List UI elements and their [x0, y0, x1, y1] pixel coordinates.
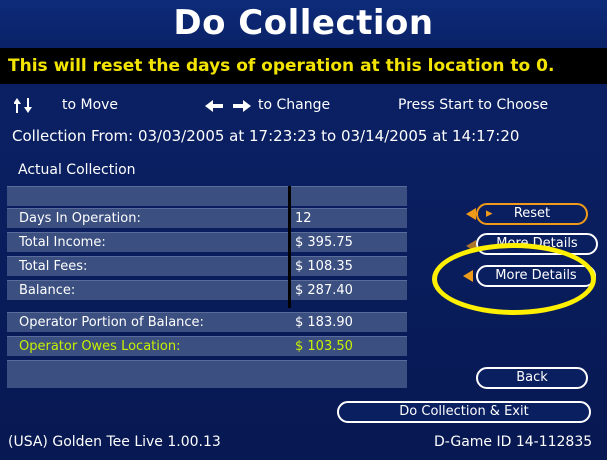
actual-collection-label: Actual Collection — [18, 162, 136, 178]
row-value: $ 287.40 — [295, 283, 353, 298]
reset-label: Reset — [513, 206, 551, 221]
back-label: Back — [516, 370, 548, 385]
column-divider — [288, 186, 291, 308]
row-label: Balance: — [19, 283, 76, 298]
row-label: Days In Operation: — [19, 211, 141, 226]
table-row: Total Fees: $ 108.35 — [7, 256, 407, 276]
table-row: Total Income: $ 395.75 — [7, 232, 407, 252]
row-value: 12 — [295, 211, 312, 226]
page-title: Do Collection — [0, 0, 607, 48]
table-row: Days In Operation: 12 — [7, 208, 407, 228]
selection-arrow-icon — [466, 208, 476, 220]
do-collection-exit-label: Do Collection & Exit — [399, 404, 529, 419]
row-label: Total Fees: — [19, 259, 88, 274]
back-button[interactable]: Back — [476, 367, 588, 389]
left-right-arrows-icon — [205, 100, 251, 112]
help-change: to Change — [258, 97, 331, 113]
row-value: $ 183.90 — [295, 315, 353, 330]
warning-banner: This will reset the days of operation at… — [0, 48, 607, 84]
row-label: Total Income: — [19, 235, 106, 250]
selector-arrow-icon: ▸ — [486, 206, 493, 221]
table-row: Operator Portion of Balance: $ 183.90 — [7, 312, 407, 332]
table-row: Operator Owes Location: $ 103.50 — [7, 336, 407, 356]
help-move: to Move — [62, 97, 119, 113]
screen: Do Collection This will reset the days o… — [0, 0, 607, 460]
table-row: Balance: $ 287.40 — [7, 280, 407, 300]
row-label: Operator Portion of Balance: — [19, 315, 204, 330]
table-row — [7, 360, 407, 388]
row-value: $ 395.75 — [295, 235, 353, 250]
highlight-circle — [432, 243, 596, 315]
up-down-arrows-icon — [14, 98, 32, 113]
reset-button[interactable]: ▸ Reset — [476, 203, 588, 225]
row-value: $ 103.50 — [295, 339, 353, 354]
table-row — [7, 186, 407, 206]
row-value: $ 108.35 — [295, 259, 353, 274]
row-label: Operator Owes Location: — [19, 339, 181, 354]
game-id-text: D-Game ID 14-112835 — [434, 434, 593, 450]
version-text: (USA) Golden Tee Live 1.00.13 — [8, 434, 221, 450]
help-start: Press Start to Choose — [398, 97, 549, 113]
collection-from-text: Collection From: 03/03/2005 at 17:23:23 … — [12, 127, 520, 145]
do-collection-exit-button[interactable]: Do Collection & Exit — [337, 401, 591, 423]
